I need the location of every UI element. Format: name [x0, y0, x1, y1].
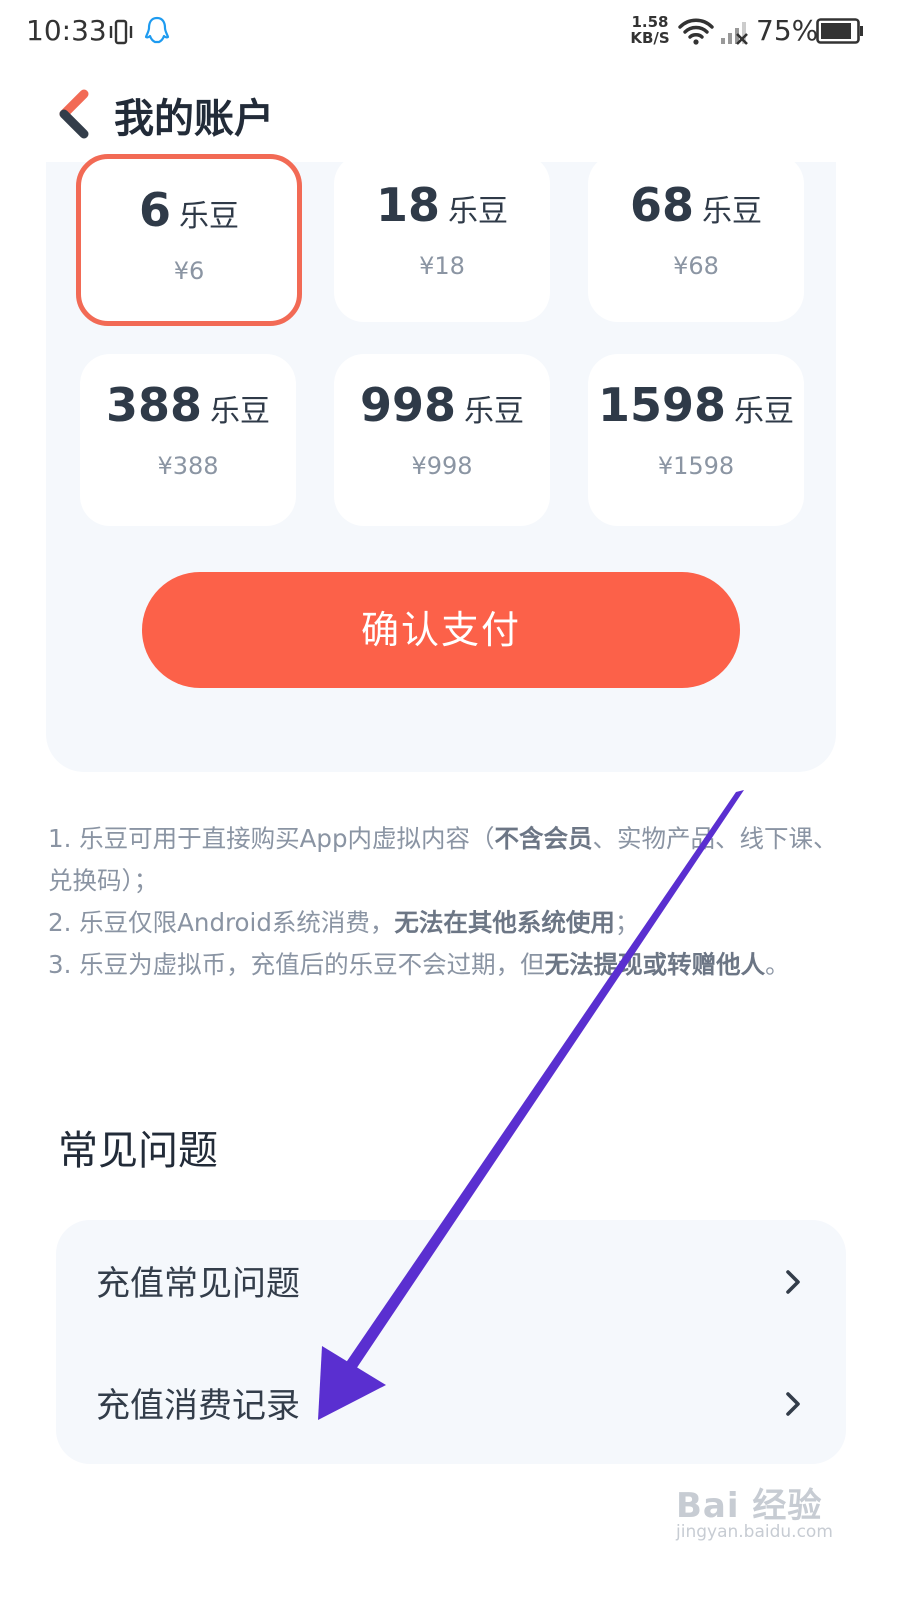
option-unit: 乐豆: [179, 199, 239, 234]
recharge-option-6[interactable]: 6 乐豆 ¥6: [76, 154, 302, 326]
wifi-icon: [678, 18, 714, 45]
option-amount-value: 1598: [597, 378, 727, 432]
note-2-text: 2. 乐豆仅限Android系统消费，: [48, 908, 395, 937]
watermark-url: jingyan.baidu.com: [676, 1522, 833, 1542]
recharge-option-998[interactable]: 998 乐豆 ¥998: [334, 354, 550, 526]
option-unit: 乐豆: [448, 194, 508, 229]
option-amount-value: 68: [629, 178, 694, 232]
note-2-bold: 无法在其他系统使用: [394, 908, 615, 937]
back-arrow-icon[interactable]: [54, 88, 94, 140]
option-amount-value: 998: [359, 378, 457, 432]
note-1: 1. 乐豆可用于直接购买App内虚拟内容（不含会员、实物产品、线下课、兑换码）；: [48, 818, 838, 902]
faq-panel: 充值常见问题 充值消费记录: [56, 1220, 846, 1464]
faq-item-label: 充值消费记录: [96, 1386, 300, 1426]
note-2-rest: ；: [614, 908, 640, 937]
confirm-payment-button[interactable]: 确认支付: [142, 572, 740, 688]
note-3-rest: 。: [765, 950, 790, 979]
vibrate-icon: [109, 19, 133, 45]
option-price: ¥18: [419, 252, 465, 280]
recharge-option-18[interactable]: 18 乐豆 ¥18: [334, 154, 550, 322]
watermark-logo-text: Bai 经验: [676, 1486, 823, 1526]
note-2: 2. 乐豆仅限Android系统消费，无法在其他系统使用；: [48, 902, 838, 944]
option-amount-value: 6: [138, 183, 171, 237]
option-unit: 乐豆: [464, 394, 525, 429]
qq-icon: [144, 16, 170, 44]
option-unit: 乐豆: [210, 394, 271, 429]
network-speed-unit: KB/S: [630, 29, 670, 47]
note-1-bold: 不含会员: [494, 824, 593, 853]
battery-icon: [816, 18, 863, 44]
recharge-notes: 1. 乐豆可用于直接购买App内虚拟内容（不含会员、实物产品、线下课、兑换码）；…: [48, 818, 838, 986]
option-amount: 18 乐豆: [334, 178, 550, 232]
status-bar: 10:33 1.58 KB/S 75%: [0, 0, 900, 64]
option-unit: 乐豆: [734, 394, 795, 429]
option-amount: 998 乐豆: [334, 378, 550, 432]
note-3-text: 3. 乐豆为虚拟币，充值后的乐豆不会过期，但: [48, 950, 545, 979]
recharge-option-1598[interactable]: 1598 乐豆 ¥1598: [588, 354, 804, 526]
option-unit: 乐豆: [702, 194, 762, 229]
network-speed-value: 1.58: [631, 13, 669, 31]
option-price: ¥68: [673, 252, 719, 280]
faq-heading: 常见问题: [58, 1128, 218, 1174]
signal-icon: [721, 22, 748, 45]
page-title: 我的账户: [114, 96, 274, 142]
option-price: ¥1598: [657, 452, 735, 480]
status-time: 10:33: [26, 14, 107, 47]
option-price: ¥998: [411, 452, 473, 480]
faq-item-label: 充值常见问题: [96, 1264, 300, 1304]
option-amount: 68 乐豆: [588, 178, 804, 232]
battery-percentage: 75%: [756, 14, 819, 47]
note-3: 3. 乐豆为虚拟币，充值后的乐豆不会过期，但无法提现或转赠他人。: [48, 944, 838, 986]
network-speed: 1.58 KB/S: [628, 14, 672, 46]
recharge-option-388[interactable]: 388 乐豆 ¥388: [80, 354, 296, 526]
option-amount: 6 乐豆: [81, 183, 297, 237]
option-price: ¥388: [157, 452, 219, 480]
note-3-bold: 无法提现或转赠他人: [544, 950, 766, 979]
option-price: ¥6: [173, 257, 205, 285]
baidu-watermark: Bai 经验 jingyan.baidu.com: [676, 1474, 856, 1554]
recharge-option-68[interactable]: 68 乐豆 ¥68: [588, 154, 804, 322]
option-amount-value: 18: [375, 178, 440, 232]
note-1-text: 1. 乐豆可用于直接购买App内虚拟内容（: [48, 824, 495, 853]
faq-item-recharge-faq[interactable]: 充值常见问题: [56, 1220, 846, 1342]
faq-item-recharge-history[interactable]: 充值消费记录: [56, 1342, 846, 1464]
option-amount-value: 388: [105, 378, 203, 432]
chevron-right-icon: [786, 1392, 800, 1416]
option-amount: 1598 乐豆: [588, 378, 804, 432]
chevron-right-icon: [786, 1270, 800, 1294]
page-header: 我的账户: [0, 64, 900, 160]
option-amount: 388 乐豆: [80, 378, 296, 432]
